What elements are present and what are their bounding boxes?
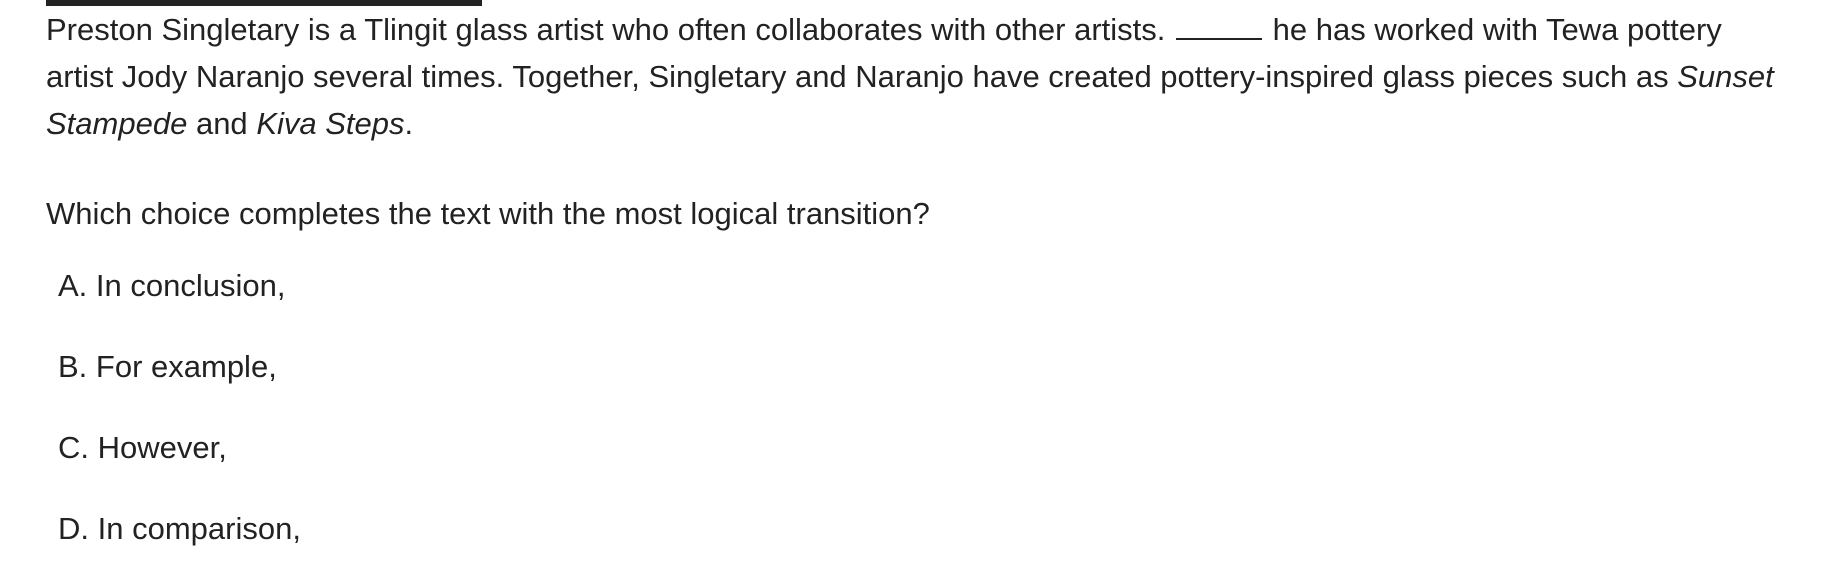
choice-c[interactable]: C. However, (58, 424, 301, 471)
question-prompt: Which choice completes the text with the… (46, 196, 930, 231)
choice-d[interactable]: D. In comparison, (58, 505, 301, 552)
passage-end: . (404, 106, 414, 141)
choice-a[interactable]: A. In conclusion, (58, 262, 301, 309)
question-page: Preston Singletary is a Tlingit glass ar… (0, 0, 1836, 575)
passage-connector: and (195, 106, 248, 141)
answer-choices: A. In conclusion, B. For example, C. How… (58, 262, 301, 575)
passage-text: Preston Singletary is a Tlingit glass ar… (46, 6, 1786, 147)
answer-blank (1176, 14, 1263, 40)
choice-b[interactable]: B. For example, (58, 343, 301, 390)
passage-part-1: Preston Singletary is a Tlingit glass ar… (46, 12, 1166, 47)
artwork-title-2: Kiva Steps (256, 106, 405, 141)
